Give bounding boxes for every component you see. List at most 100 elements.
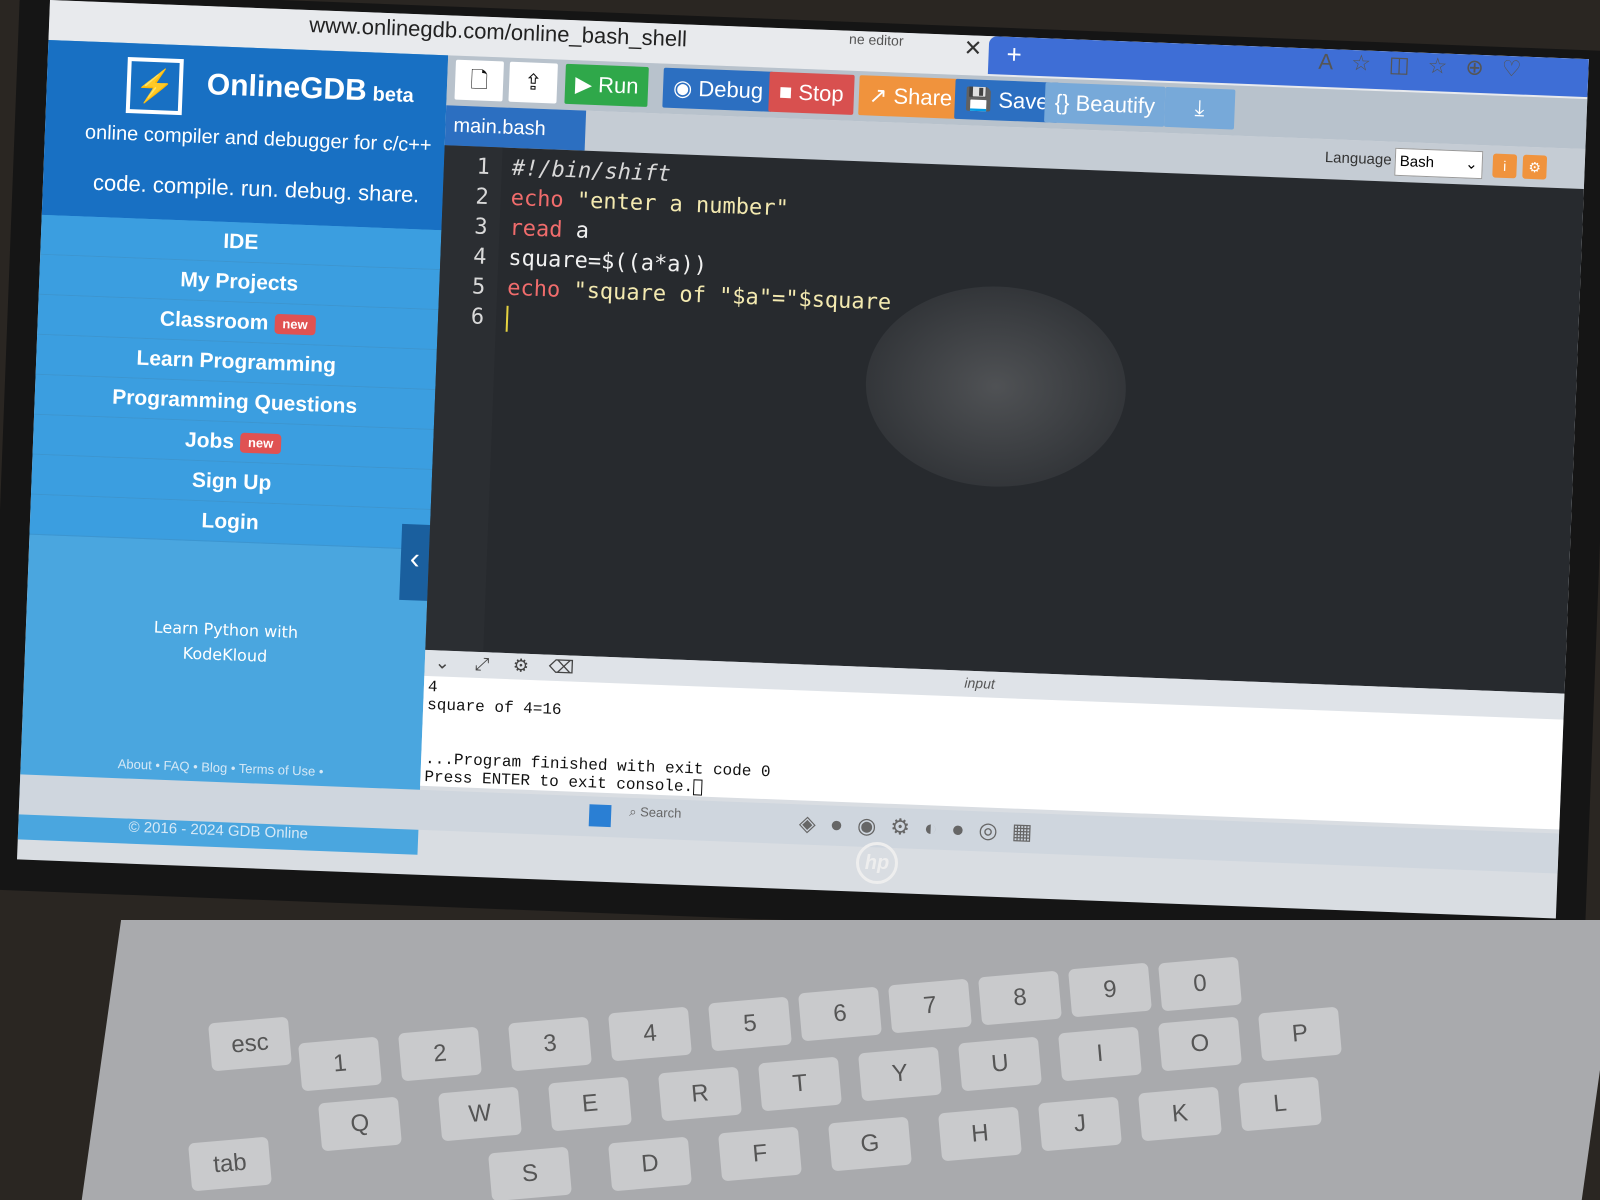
keyboard-key[interactable]: tab — [188, 1136, 272, 1192]
keyboard: esc 1 2 3 4 5 6 7 8 9 0 Q W E R T Y U I … — [188, 956, 1570, 1200]
console-title: input — [964, 674, 996, 692]
keyboard-key[interactable]: K — [1138, 1086, 1222, 1142]
language-select[interactable]: Bash ⌄ — [1394, 147, 1484, 180]
chevron-down-icon: ⌄ — [1464, 155, 1479, 173]
keyboard-key[interactable]: S — [488, 1146, 572, 1200]
search-icon: ⌕ — [628, 803, 641, 820]
keyboard-key[interactable]: esc — [208, 1016, 292, 1072]
new-badge: new — [273, 314, 316, 336]
keyboard-key[interactable]: 1 — [298, 1036, 382, 1092]
sidebar-nav: IDE My Projects Classroom new Learn Progr… — [29, 214, 442, 550]
sidebar-item-label: Classroom — [159, 307, 269, 335]
brand-motto: code. compile. run. debug. share. — [92, 169, 420, 208]
keyboard-key[interactable]: 0 — [1158, 956, 1242, 1012]
keyboard-key[interactable]: I — [1058, 1026, 1142, 1082]
taskbar-search[interactable]: ⌕ Search — [629, 804, 682, 822]
keyboard-key[interactable]: L — [1238, 1076, 1322, 1132]
keyboard-key[interactable]: D — [608, 1136, 692, 1192]
laptop-screen: www.onlinegdb.com/online_bash_shell ne e… — [16, 0, 1589, 919]
save-label: Save — [997, 87, 1049, 115]
keyboard-key[interactable]: E — [548, 1076, 632, 1132]
keyboard-key[interactable]: 5 — [708, 996, 792, 1052]
run-button[interactable]: ▶ Run — [564, 63, 650, 108]
beautify-label: {} Beautify — [1054, 89, 1156, 119]
keyboard-key[interactable]: U — [958, 1036, 1042, 1092]
keyboard-key[interactable]: O — [1158, 1016, 1242, 1072]
clear-icon[interactable]: ⌫ — [548, 657, 574, 679]
tab-close-icon[interactable]: ✕ — [963, 35, 982, 62]
debug-button[interactable]: ◉ Debug — [662, 67, 774, 112]
brand-title: OnlineGDB — [206, 68, 368, 108]
code-text: square=$((a*a)) — [507, 245, 708, 279]
brand-tagline: online compiler and debugger for c/c++ — [84, 121, 432, 157]
keyboard-key[interactable]: 7 — [888, 978, 972, 1034]
keyboard-key[interactable]: 2 — [398, 1026, 482, 1082]
code-editor[interactable]: 1 #!/bin/shift 2 echo "enter a number" 3 re… — [425, 145, 1584, 694]
code-text: a — [562, 217, 590, 244]
sidebar-item-label: Jobs — [184, 428, 235, 454]
beautify-button[interactable]: {} Beautify — [1044, 82, 1166, 127]
brand-header: ⚡ OnlineGDB beta online compiler and debu… — [41, 39, 449, 231]
keyboard-key[interactable]: W — [438, 1086, 522, 1142]
upload-icon[interactable]: ⇪ — [508, 61, 558, 104]
stop-label: Stop — [797, 79, 845, 107]
line-number: 1 — [476, 154, 491, 181]
gear-icon[interactable]: ⚙ — [512, 655, 529, 677]
line-number: 6 — [470, 304, 485, 330]
keyboard-key[interactable]: P — [1258, 1006, 1342, 1062]
info-icon[interactable]: i — [1492, 153, 1518, 179]
keyboard-key[interactable]: Y — [858, 1046, 942, 1102]
promo-banner[interactable]: Learn Python with KodeKloud — [85, 612, 367, 673]
new-tab-icon[interactable]: + — [1006, 39, 1022, 71]
keyboard-key[interactable]: J — [1038, 1096, 1122, 1152]
keyboard-key[interactable]: 4 — [608, 1006, 692, 1062]
hp-logo: hp — [856, 842, 898, 884]
sidebar-item-label: Sign Up — [191, 468, 272, 495]
keyboard-key[interactable]: 9 — [1068, 962, 1152, 1018]
windows-start-icon[interactable] — [588, 804, 612, 828]
keyboard-key[interactable]: 8 — [978, 970, 1062, 1026]
expand-icon[interactable]: ⤢ — [474, 654, 489, 676]
sidebar-collapse-button[interactable]: ‹ — [399, 523, 431, 601]
sidebar-item-label: Login — [201, 509, 260, 535]
line-number: 4 — [472, 244, 487, 270]
new-badge: new — [239, 433, 282, 455]
beta-badge: beta — [372, 83, 415, 108]
new-file-icon[interactable]: 🗋 — [454, 59, 504, 102]
download-icon[interactable]: ⤓ — [1163, 86, 1236, 130]
keyboard-key[interactable]: 6 — [798, 986, 882, 1042]
run-label: Run — [597, 72, 639, 99]
text-cursor — [505, 305, 509, 332]
keyboard-key[interactable]: T — [758, 1056, 842, 1112]
line-number: 2 — [475, 184, 490, 210]
lightning-icon[interactable]: ⚡ — [125, 57, 184, 116]
chevron-down-icon[interactable]: ⌄ — [434, 652, 450, 674]
code-keyword: read — [509, 215, 563, 243]
brand-name[interactable]: OnlineGDB beta — [206, 68, 414, 110]
console-cursor — [692, 779, 703, 796]
keyboard-key[interactable]: 3 — [508, 1016, 592, 1072]
screen-glare — [862, 281, 1130, 492]
line-number: 3 — [473, 214, 489, 240]
code-text: "square of "$a"="$square — [559, 277, 892, 316]
keyboard-key[interactable]: Q — [318, 1096, 402, 1152]
keyboard-key[interactable]: F — [718, 1126, 802, 1182]
line-number: 5 — [471, 274, 486, 300]
share-label: Share — [893, 83, 953, 111]
tab-title[interactable]: ne editor — [849, 31, 904, 49]
taskbar-app-icons[interactable]: ◈●◉⚙◐●◎▦ — [798, 810, 1046, 845]
debug-label: Debug — [697, 75, 764, 104]
code-text: "enter a number" — [563, 187, 790, 222]
keyboard-key[interactable]: R — [658, 1066, 742, 1122]
file-tab-main[interactable]: main.bash — [444, 105, 587, 151]
code-text: #!/bin/shift — [511, 155, 672, 187]
share-button[interactable]: ↗ Share — [858, 75, 963, 120]
stop-button[interactable]: ■ Stop — [768, 71, 855, 115]
language-value: Bash — [1399, 152, 1435, 172]
code-keyword: echo — [510, 185, 565, 213]
gear-icon[interactable]: ⚙ — [1522, 154, 1548, 180]
sidebar-item-label: Programming Questions — [111, 385, 358, 419]
keyboard-key[interactable]: H — [938, 1106, 1022, 1162]
keyboard-key[interactable]: G — [828, 1116, 912, 1172]
language-label: Language — [1324, 149, 1392, 169]
